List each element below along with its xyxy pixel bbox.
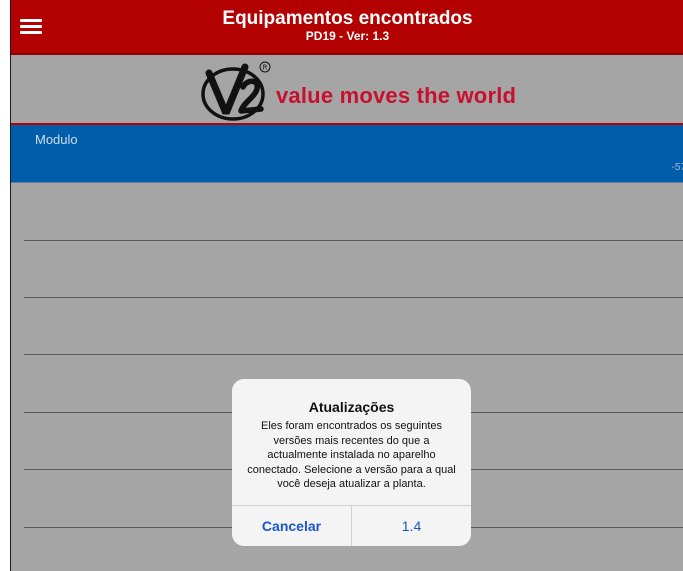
page-title: Equipamentos encontrados	[222, 8, 473, 29]
signal-strength: -57	[671, 162, 683, 173]
header-bar: Equipamentos encontrados PD19 - Ver: 1.3	[11, 0, 683, 55]
update-alert-dialog: Atualizações Eles foram encontrados os s…	[232, 379, 471, 546]
brand-tagline: value moves the world	[276, 83, 517, 108]
device-version: PD19 - Ver: 1.3	[305, 29, 390, 43]
window-edge	[0, 0, 10, 571]
list-separator	[24, 297, 683, 298]
list-separator	[24, 354, 683, 355]
alert-title: Atualizações	[308, 399, 395, 415]
brand-banner: R value moves the world	[11, 55, 683, 125]
v2-logo-icon: R	[201, 61, 271, 121]
alert-button-row: Cancelar 1.4	[232, 505, 471, 546]
svg-text:R: R	[263, 64, 268, 72]
device-name: Modulo	[35, 132, 78, 147]
list-separator	[24, 240, 683, 241]
device-row-selected[interactable]: Modulo -57	[11, 125, 683, 183]
screen: Equipamentos encontrados PD19 - Ver: 1.3…	[0, 0, 683, 571]
version-option-button[interactable]: 1.4	[352, 506, 471, 546]
cancel-button[interactable]: Cancelar	[232, 506, 352, 546]
alert-message: Eles foram encontrados os seguintes vers…	[247, 420, 456, 490]
